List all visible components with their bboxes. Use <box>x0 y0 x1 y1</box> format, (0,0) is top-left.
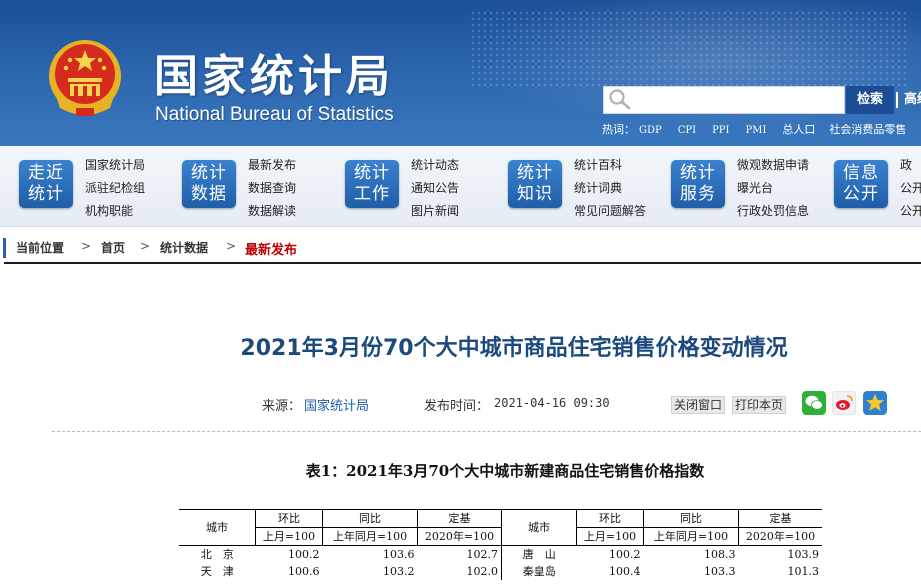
search-divider <box>896 92 898 108</box>
nav-link[interactable]: 公开 <box>900 177 921 200</box>
city-name: 秦皇岛 <box>501 563 577 580</box>
nav-link[interactable]: 公开 <box>900 200 921 223</box>
nav-tile-service[interactable]: 统计 服务 <box>671 160 725 208</box>
table-row: 天 津 100.6 103.2 102.0 秦皇岛 100.4 103.3 10… <box>179 563 822 580</box>
value-cell: 103.3 <box>704 565 736 578</box>
hotword-link[interactable]: 总人口 <box>782 121 815 137</box>
value-cell: 108.3 <box>704 548 736 561</box>
hotword-link[interactable]: GDP <box>639 125 662 136</box>
breadcrumb-item-data[interactable]: 统计数据 <box>160 239 208 256</box>
value-cell: 101.3 <box>787 565 820 578</box>
meta-divider <box>52 431 921 432</box>
nav-link[interactable]: 机构职能 <box>85 200 145 223</box>
search-button[interactable]: 检索 <box>846 86 894 114</box>
search-input[interactable] <box>636 88 840 112</box>
base-header: 上月=100 <box>255 527 323 546</box>
weibo-share-icon[interactable] <box>832 391 856 415</box>
price-index-table: 城市 环比 同比 定基 城市 环比 同比 定基 上月=100 上年同月=100 … <box>179 509 822 580</box>
nav-link[interactable]: 政 <box>900 154 921 177</box>
hotword-link[interactable]: PPI <box>712 125 729 136</box>
source-link[interactable]: 国家统计局 <box>304 395 369 414</box>
value-cell: 100.2 <box>288 548 320 561</box>
column-header-mom: 环比 <box>255 509 323 528</box>
breadcrumb-label: 当前位置 <box>16 241 65 255</box>
site-title-en: National Bureau of Statistics <box>155 104 394 125</box>
nav-link[interactable]: 行政处罚信息 <box>737 200 809 223</box>
city-name: 唐 山 <box>501 545 577 563</box>
nav-link[interactable]: 常见问题解答 <box>574 200 646 223</box>
value-cell: 100.2 <box>609 548 641 561</box>
site-title-cn: 国家统计局 <box>154 51 394 102</box>
favorite-share-icon[interactable] <box>863 391 887 415</box>
nav-link[interactable]: 数据查询 <box>248 177 296 200</box>
wechat-share-icon[interactable] <box>802 391 826 415</box>
column-header-city: 城市 <box>501 509 577 546</box>
hotword-link[interactable]: 社会消费品零售 <box>829 121 906 137</box>
city-name: 北 京 <box>200 548 234 561</box>
nav-tile-work[interactable]: 统计 工作 <box>345 160 399 208</box>
table-row: 北 京 100.2 103.6 102.7 唐 山 100.2 108.3 10… <box>179 545 822 563</box>
hotword-link[interactable]: PMI <box>746 125 767 136</box>
column-header-yoy: 同比 <box>322 509 418 528</box>
value-cell: 102.7 <box>466 548 499 561</box>
breadcrumb-marker <box>3 238 6 258</box>
nav-link[interactable]: 微观数据申请 <box>737 154 809 177</box>
chevron-right-icon: > <box>226 239 237 253</box>
chevron-right-icon: > <box>81 239 92 253</box>
base-header: 上月=100 <box>576 527 644 546</box>
city-name: 天 津 <box>200 565 234 578</box>
nav-link[interactable]: 统计动态 <box>411 154 459 177</box>
column-header-fixed: 定基 <box>417 509 502 528</box>
search-icon <box>609 89 631 110</box>
nav-link[interactable]: 国家统计局 <box>85 154 145 177</box>
hotword-link[interactable]: CPI <box>678 125 696 136</box>
main-nav: 走近 统计 国家统计局 派驻纪检组 机构职能 统计 数据 最新发布 数据查询 数据解… <box>0 146 921 227</box>
advanced-search-link[interactable]: 高级 <box>904 86 921 114</box>
base-header: 上年同月=100 <box>322 527 418 546</box>
value-cell: 100.4 <box>609 565 641 578</box>
nav-link[interactable]: 曝光台 <box>737 177 809 200</box>
nav-link[interactable]: 统计词典 <box>574 177 646 200</box>
nav-tile-about[interactable]: 走近 统计 <box>19 160 73 208</box>
value-cell: 102.0 <box>466 565 499 578</box>
nav-link[interactable]: 最新发布 <box>248 154 296 177</box>
value-cell: 103.6 <box>383 548 415 561</box>
source-label: 来源： <box>262 399 302 414</box>
base-header: 2020年=100 <box>417 527 502 546</box>
nav-link[interactable]: 派驻纪检组 <box>85 177 145 200</box>
date-label: 发布时间： <box>424 399 490 414</box>
base-header: 上年同月=100 <box>643 527 739 546</box>
base-header: 2020年=100 <box>738 527 822 546</box>
breadcrumb-item-home[interactable]: 首页 <box>101 239 125 256</box>
publish-date: 2021-04-16 09:30 <box>494 396 610 410</box>
value-cell: 100.6 <box>288 565 320 578</box>
dot-pattern-graphic <box>470 10 910 90</box>
column-header-fixed: 定基 <box>738 509 822 528</box>
hotwords-bar: 热词： GDP CPI PPI PMI 总人口 社会消费品零售 <box>602 121 920 137</box>
close-window-button[interactable]: 关闭窗口 <box>671 396 726 414</box>
table-title: 表1：2021年3月70个大中城市新建商品住宅销售价格指数 <box>305 462 705 480</box>
chevron-right-icon: > <box>140 239 151 253</box>
breadcrumb-divider <box>4 262 921 264</box>
breadcrumb: 当前位置 > 首页 > 统计数据 > 最新发布 <box>0 236 921 260</box>
column-header-yoy: 同比 <box>643 509 739 528</box>
print-page-button[interactable]: 打印本页 <box>732 396 787 414</box>
nav-link[interactable]: 图片新闻 <box>411 200 459 223</box>
nav-link[interactable]: 数据解读 <box>248 200 296 223</box>
nav-tile-data[interactable]: 统计 数据 <box>182 160 236 208</box>
column-header-mom: 环比 <box>576 509 644 528</box>
column-header-city: 城市 <box>179 509 256 546</box>
nav-tile-disclosure[interactable]: 信息 公开 <box>834 160 888 208</box>
national-emblem-icon <box>49 40 121 116</box>
nav-link[interactable]: 通知公告 <box>411 177 459 200</box>
nav-link[interactable]: 统计百科 <box>574 154 646 177</box>
hotwords-label: 热词： <box>602 123 635 136</box>
value-cell: 103.9 <box>787 548 820 561</box>
breadcrumb-item-current[interactable]: 最新发布 <box>245 239 297 258</box>
value-cell: 103.2 <box>383 565 415 578</box>
article-title: 2021年3月份70个大中城市商品住宅销售价格变动情况 <box>240 336 788 361</box>
nav-tile-knowledge[interactable]: 统计 知识 <box>508 160 562 208</box>
